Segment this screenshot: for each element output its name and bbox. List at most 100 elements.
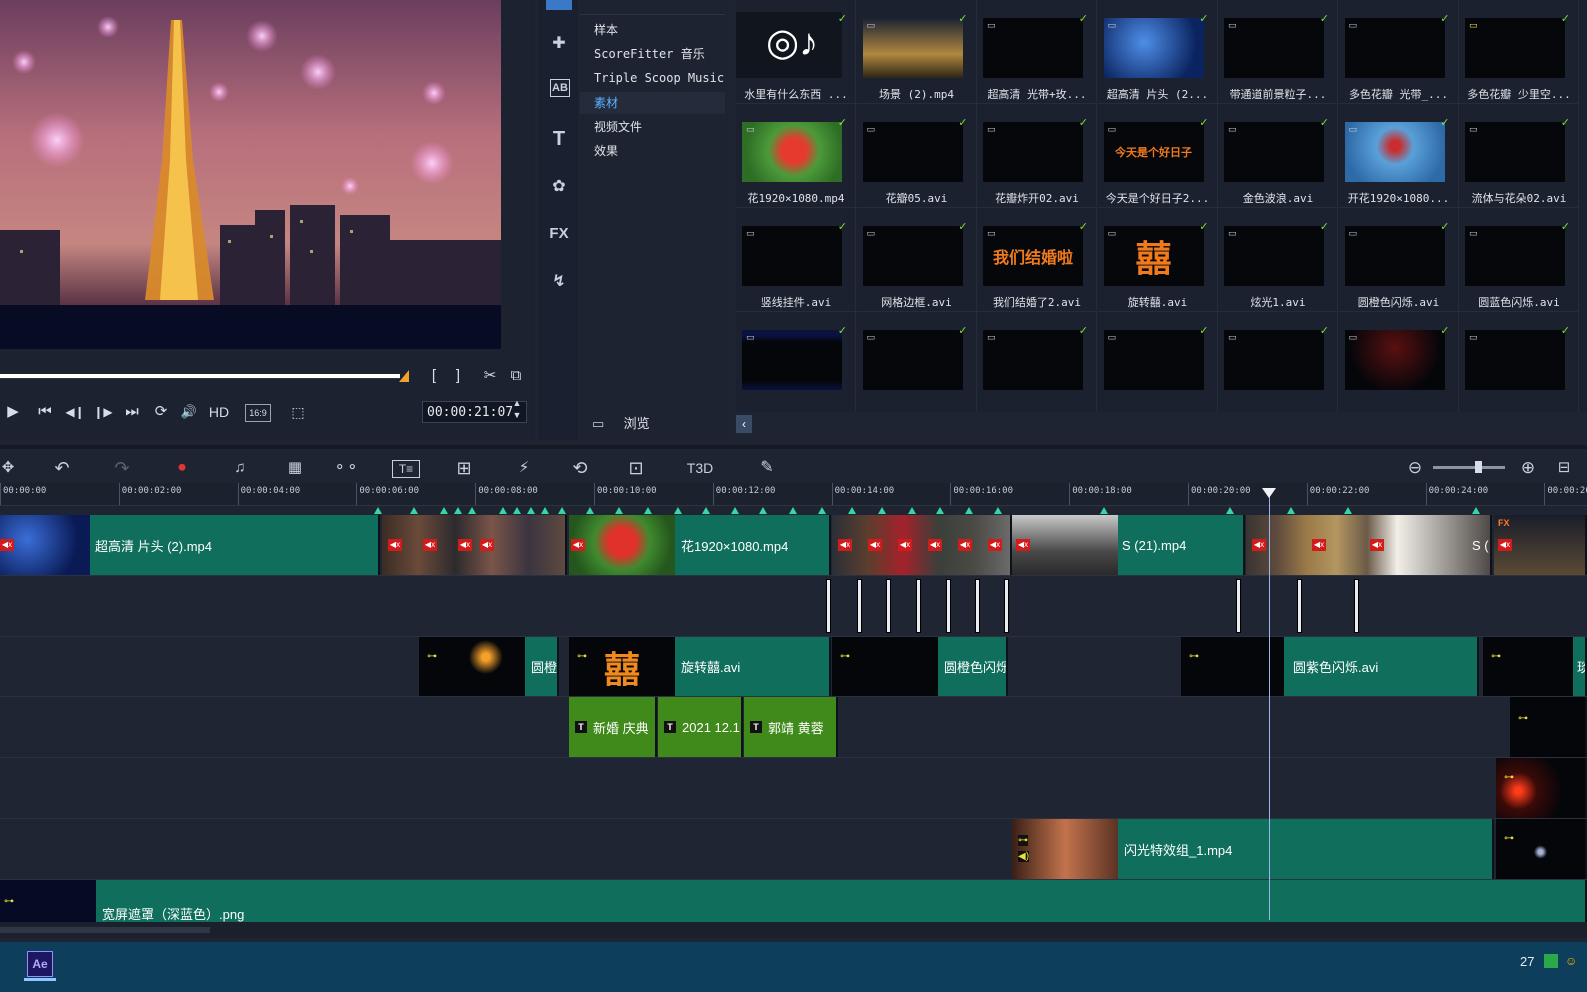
- media-item[interactable]: 囍 ▭ ✓ 旋转囍.avi: [1097, 208, 1218, 312]
- chapter-marker[interactable]: [558, 507, 566, 514]
- media-item[interactable]: ▭ ✓ 圆橙色闪烁.avi: [1338, 208, 1459, 312]
- media-item[interactable]: ▭ ✓ 多色花瓣 光带_...: [1338, 0, 1459, 104]
- media-item[interactable]: ▭ ✓: [1459, 312, 1579, 412]
- transition-marker[interactable]: [1297, 579, 1302, 633]
- media-item[interactable]: ▭ ✓: [1339, 312, 1459, 412]
- transition-marker[interactable]: [975, 579, 980, 633]
- chapter-marker[interactable]: [759, 507, 767, 514]
- undo-icon[interactable]: ↶: [50, 455, 74, 481]
- chapter-marker[interactable]: [527, 507, 535, 514]
- mute-icon[interactable]: ◀x: [423, 539, 437, 551]
- timeline-clip-overlay-end[interactable]: ⊶ 琰: [1483, 637, 1587, 696]
- to-start-icon[interactable]: ⏮: [34, 402, 56, 422]
- media-item[interactable]: ▭ ✓ 花1920×1080.mp4: [736, 104, 856, 208]
- hd-button[interactable]: HD: [206, 402, 232, 422]
- mark-out-button[interactable]: ]: [451, 366, 465, 386]
- chapter-marker[interactable]: [994, 507, 1002, 514]
- media-item[interactable]: 我们结婚啦 ▭ ✓ 我们结婚了2.avi: [977, 208, 1097, 312]
- chapter-marker[interactable]: [513, 507, 521, 514]
- to-end-icon[interactable]: ⏭: [121, 402, 143, 422]
- media-item[interactable]: ▭ ✓: [857, 312, 977, 412]
- folder-video-files[interactable]: 视频文件: [580, 116, 725, 138]
- path-icon[interactable]: ↯: [546, 270, 572, 294]
- timeline-clip-sequence-2[interactable]: ◀x ◀x ◀x ◀x ◀x ◀x: [832, 515, 1012, 575]
- media-item[interactable]: 今天是个好日子 ▭ ✓ 今天是个好日子2...: [1097, 104, 1218, 208]
- mute-icon[interactable]: ◀x: [958, 539, 972, 551]
- chapter-marker[interactable]: [818, 507, 826, 514]
- subtitle-editor-icon[interactable]: T≡: [392, 460, 420, 478]
- timeline-scrollbar[interactable]: [0, 922, 1587, 938]
- folder-materials[interactable]: 素材: [580, 92, 725, 114]
- transition-marker[interactable]: [1004, 579, 1009, 633]
- toolbox-icon[interactable]: ✥: [0, 455, 16, 481]
- chapter-marker[interactable]: [1344, 507, 1352, 514]
- transition-marker[interactable]: [946, 579, 951, 633]
- chapter-marker[interactable]: [1472, 507, 1480, 514]
- media-item[interactable]: ▭ ✓ 场景 (2).mp4: [856, 0, 977, 104]
- mute-icon[interactable]: ◀x: [898, 539, 912, 551]
- fit-project-icon[interactable]: ⊟: [1553, 455, 1575, 481]
- media-item[interactable]: ▭ ✓: [736, 312, 856, 412]
- step-back-icon[interactable]: ◀❙: [64, 402, 86, 422]
- media-item[interactable]: ▭ ✓ 花瓣炸开02.avi: [977, 104, 1097, 208]
- zoom-in-icon[interactable]: ⊕: [1517, 455, 1539, 481]
- timeline-clip-s21[interactable]: ◀x S (21).mp4: [1012, 515, 1245, 575]
- chapter-marker[interactable]: [454, 507, 462, 514]
- timecode-down-icon[interactable]: ▼: [512, 410, 522, 420]
- media-item[interactable]: ▭ ✓ 网格边框.avi: [856, 208, 977, 312]
- time-remapping-icon[interactable]: ⚡: [512, 455, 536, 481]
- chapter-marker[interactable]: [848, 507, 856, 514]
- play-icon[interactable]: ▶: [2, 402, 24, 422]
- mute-icon[interactable]: ◀x: [458, 539, 472, 551]
- timeline-title-clip-1[interactable]: T 新婚 庆典: [569, 697, 657, 757]
- chapter-marker[interactable]: [936, 507, 944, 514]
- timeline-clip-sequence-3[interactable]: ◀x ◀x ◀x S (: [1246, 515, 1492, 575]
- browse-button[interactable]: ▭ 浏览: [580, 412, 730, 436]
- zoom-out-icon[interactable]: ⊖: [1404, 455, 1426, 481]
- media-item[interactable]: ▭ ✓ 金色波浪.avi: [1218, 104, 1338, 208]
- transition-marker[interactable]: [886, 579, 891, 633]
- chapter-marker[interactable]: [965, 507, 973, 514]
- zoom-slider[interactable]: [1433, 461, 1505, 473]
- fx-icon[interactable]: FX: [546, 222, 572, 246]
- mute-icon[interactable]: ◀x: [571, 539, 585, 551]
- timeline-title-clip-3[interactable]: T 郭靖 黄蓉: [744, 697, 838, 757]
- scrubber-handle[interactable]: [399, 370, 409, 382]
- media-item[interactable]: ▭ ✓ 多色花瓣 少里空...: [1459, 0, 1579, 104]
- timeline-clip-dot[interactable]: ⊶: [1496, 819, 1587, 879]
- transition-marker[interactable]: [916, 579, 921, 633]
- step-forward-icon[interactable]: ❙▶: [92, 402, 114, 422]
- collapse-library-button[interactable]: ‹: [736, 415, 752, 433]
- multi-camera-icon[interactable]: ⊞: [452, 455, 476, 481]
- preview-video[interactable]: [0, 0, 501, 349]
- copy-icon[interactable]: ⧉: [506, 366, 526, 386]
- timeline-clip-sequence[interactable]: ◀x ◀x ◀x ◀x: [382, 515, 567, 575]
- mute-icon[interactable]: ◀x: [1016, 539, 1030, 551]
- mute-icon[interactable]: ◀x: [928, 539, 942, 551]
- tray-user-icon[interactable]: ☺: [1565, 954, 1579, 968]
- media-item[interactable]: ▭ ✓ 流体与花朵02.avi: [1459, 104, 1579, 208]
- folder-effects[interactable]: 效果: [580, 140, 725, 162]
- timeline-clip-red-spark[interactable]: ⊶: [1496, 758, 1587, 818]
- chapter-marker[interactable]: [644, 507, 652, 514]
- timeline-clip-purple-flash[interactable]: ⊶ 圆紫色闪烁.avi: [1181, 637, 1479, 696]
- mark-in-button[interactable]: [: [427, 366, 441, 386]
- media-item[interactable]: ◎♪ ✓ 水里有什么东西 ...: [736, 0, 856, 104]
- media-item[interactable]: ▭ ✓: [1098, 312, 1218, 412]
- transition-marker[interactable]: [857, 579, 862, 633]
- media-item[interactable]: ▭ ✓ 超高清 片头 (2...: [1097, 0, 1218, 104]
- timeline-clip-widescreen-mask[interactable]: ⊶ 宽屏遮罩（深蓝色）.png: [0, 880, 1587, 922]
- mute-icon[interactable]: ◀x: [868, 539, 882, 551]
- media-item[interactable]: ▭ ✓ 超高清 光带+玫...: [977, 0, 1097, 104]
- timeline-clip-orange-glow[interactable]: ⊶ 圆橙: [419, 637, 559, 696]
- mute-icon[interactable]: ◀x: [838, 539, 852, 551]
- chapter-marker[interactable]: [878, 507, 886, 514]
- timeline-clip-city[interactable]: FX ◀x: [1494, 515, 1587, 575]
- graphic-icon[interactable]: ✿: [546, 175, 572, 199]
- chapter-marker[interactable]: [1287, 507, 1295, 514]
- chapter-marker[interactable]: [586, 507, 594, 514]
- chapter-marker[interactable]: [908, 507, 916, 514]
- media-item[interactable]: ▭ ✓ 开花1920×1080...: [1338, 104, 1459, 208]
- record-capture-icon[interactable]: ⏺: [170, 455, 194, 481]
- media-item[interactable]: ▭ ✓ 竖线挂件.avi: [736, 208, 856, 312]
